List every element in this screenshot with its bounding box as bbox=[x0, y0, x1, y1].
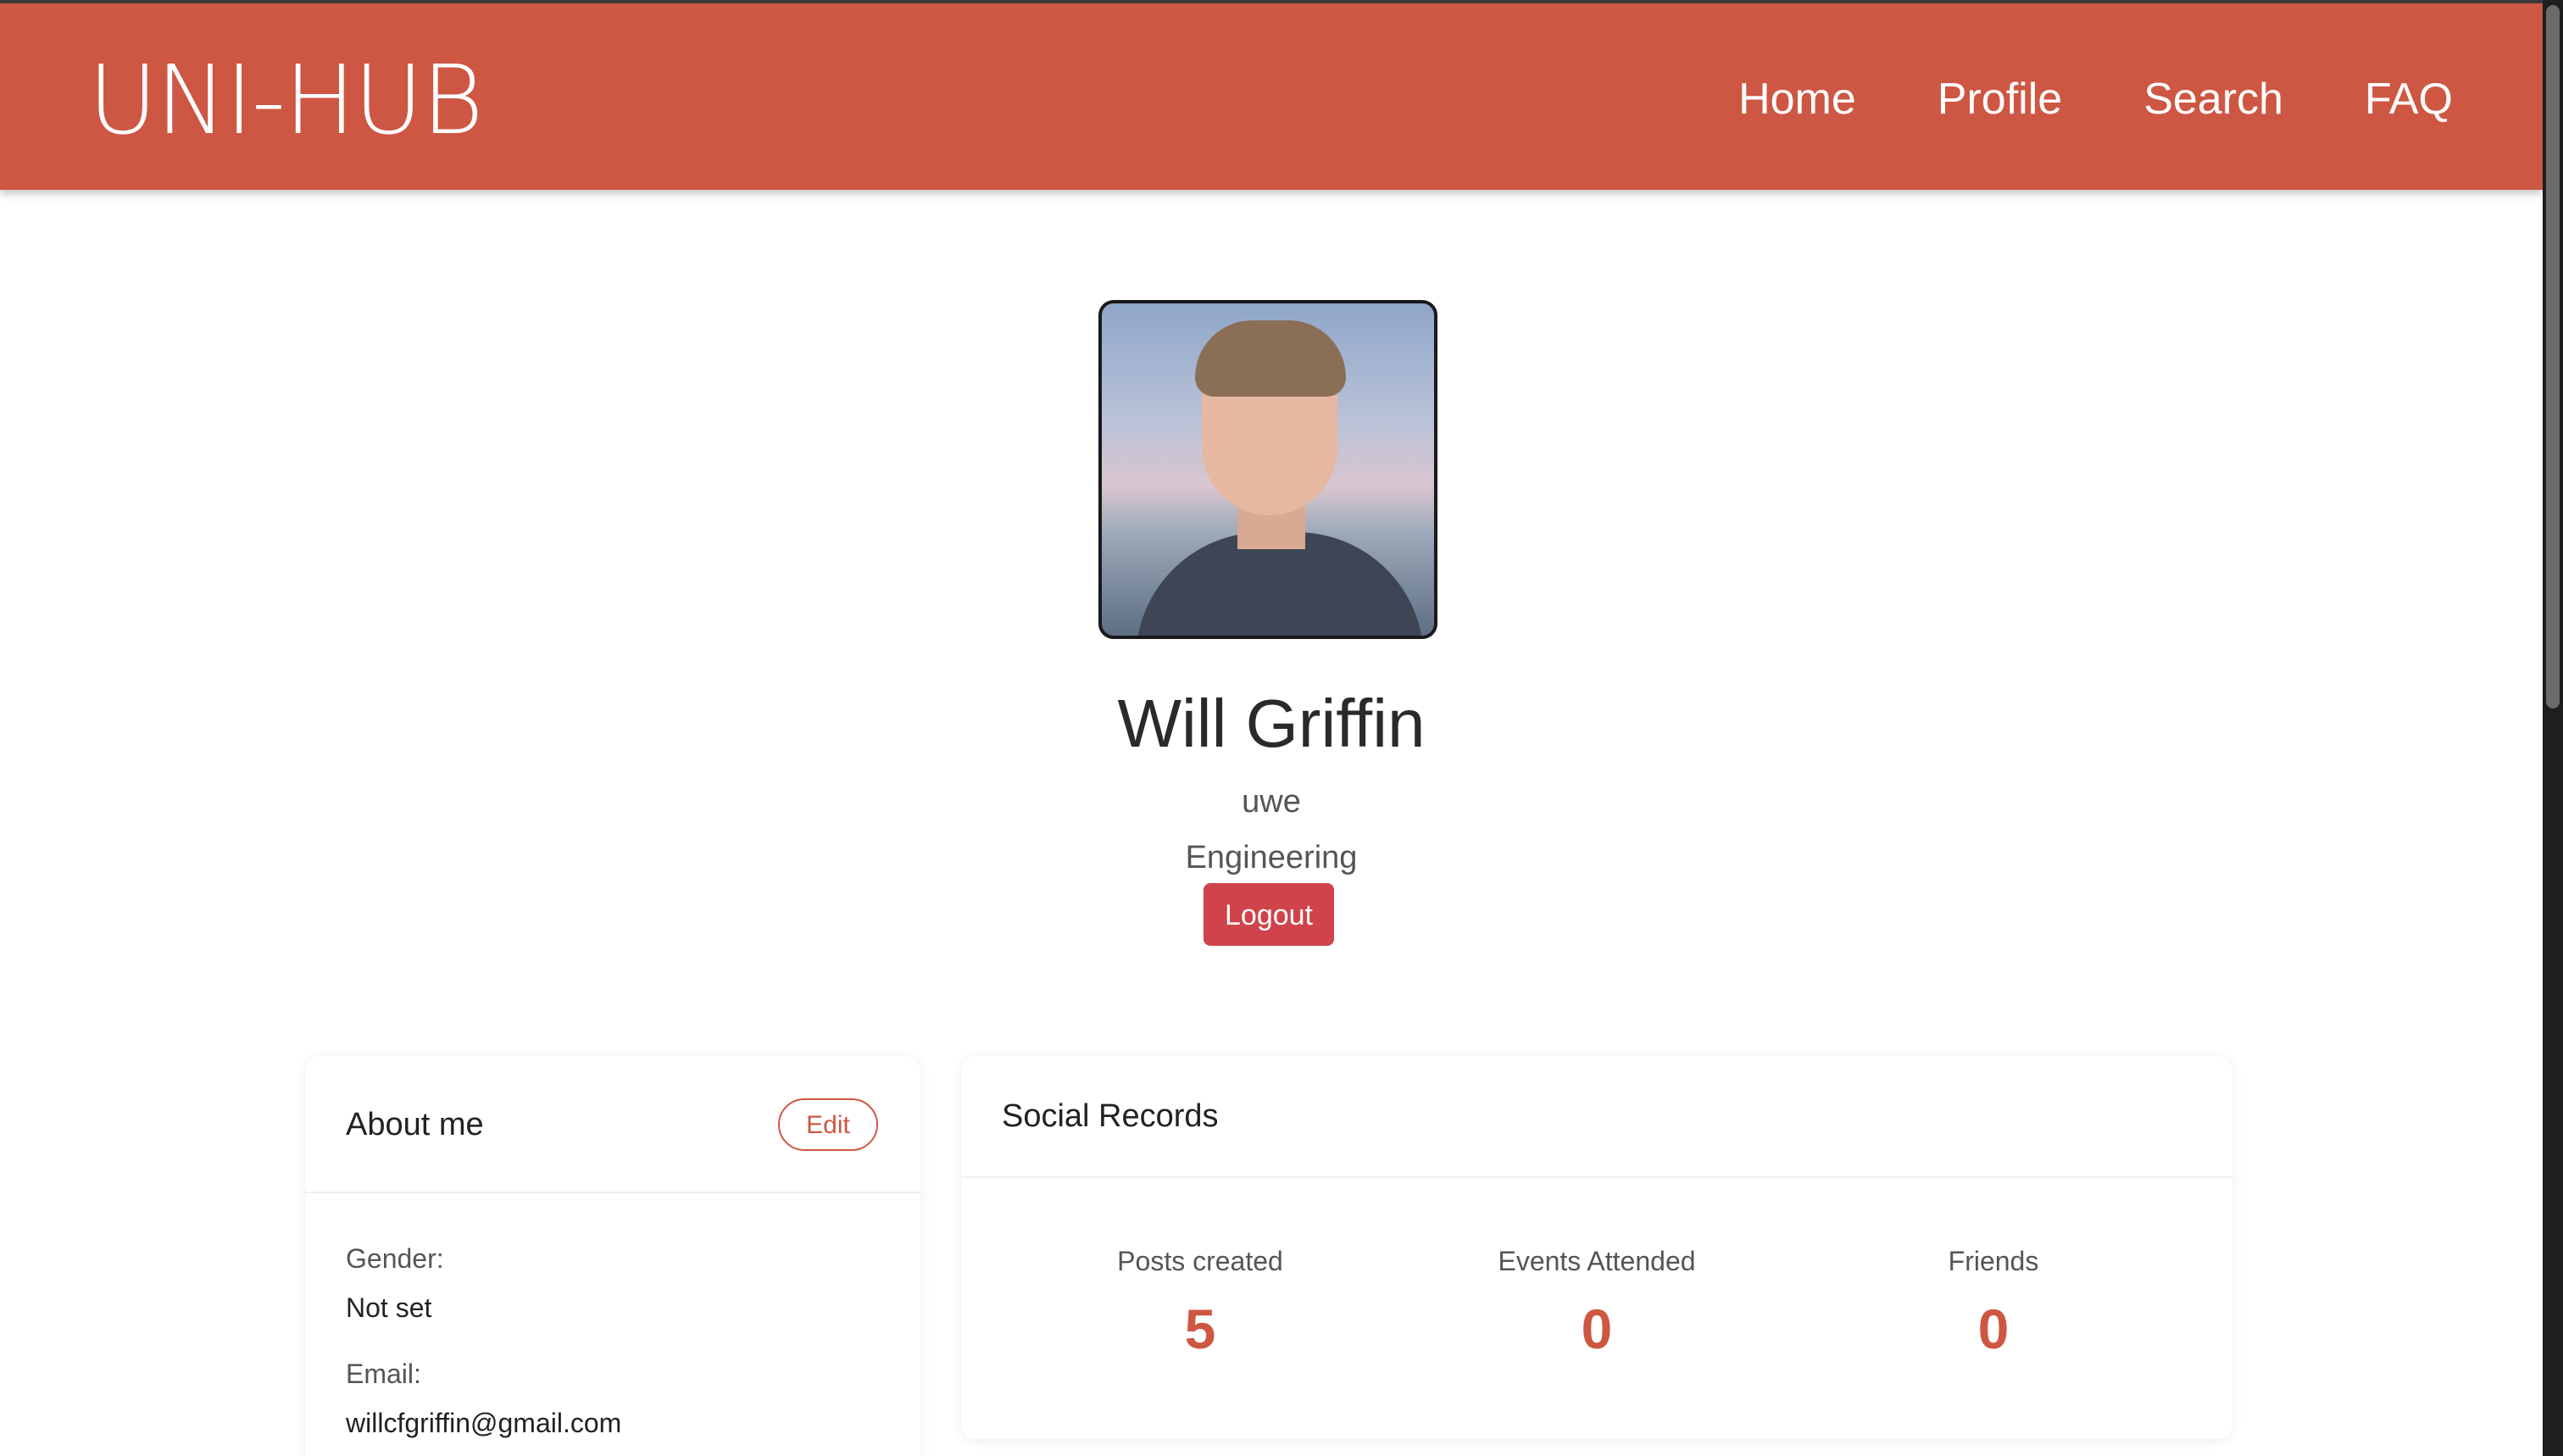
stat-value: 5 bbox=[1184, 1298, 1216, 1360]
stat-label: Posts created bbox=[1117, 1246, 1283, 1276]
avatar-hair bbox=[1195, 320, 1346, 397]
browser-page: UNI-HUB Home Profile Search FAQ Will Gri… bbox=[0, 0, 2543, 1456]
stat-events-attended: Events Attended 0 bbox=[1427, 1242, 1766, 1361]
nav-home-link[interactable]: Home bbox=[1738, 71, 1856, 127]
profile-name: Will Griffin bbox=[1117, 686, 1426, 761]
profile-university: uwe bbox=[1242, 784, 1301, 820]
nav-faq-link[interactable]: FAQ bbox=[2365, 71, 2453, 127]
about-me-header: About me Edit bbox=[305, 1056, 920, 1193]
logout-button[interactable]: Logout bbox=[1204, 883, 1334, 946]
vertical-scrollbar-thumb[interactable] bbox=[2546, 5, 2560, 709]
nav-profile-link[interactable]: Profile bbox=[1938, 71, 2062, 127]
social-records-card: Social Records Posts created 5 Events At… bbox=[961, 1056, 2232, 1439]
about-me-card: About me Edit Gender: Not set Email: wil… bbox=[305, 1056, 920, 1456]
profile-course: Engineering bbox=[1185, 840, 1358, 875]
profile-avatar bbox=[1098, 300, 1437, 639]
stat-posts-created: Posts created 5 bbox=[1031, 1242, 1370, 1361]
stat-label: Events Attended bbox=[1498, 1246, 1696, 1276]
gender-value: Not set bbox=[346, 1292, 432, 1323]
social-records-header: Social Records bbox=[961, 1056, 2232, 1178]
stat-value: 0 bbox=[1977, 1298, 2010, 1360]
about-me-title: About me bbox=[346, 1107, 484, 1142]
brand-logo[interactable]: UNI-HUB bbox=[88, 46, 484, 156]
gender-label: Gender: bbox=[346, 1243, 444, 1274]
edit-about-button[interactable]: Edit bbox=[778, 1098, 878, 1151]
top-navbar: UNI-HUB Home Profile Search FAQ bbox=[0, 3, 2543, 190]
stat-friends: Friends 0 bbox=[1824, 1242, 2163, 1361]
nav-links: Home Profile Search FAQ bbox=[1738, 71, 2453, 127]
email-label: Email: bbox=[346, 1359, 421, 1389]
email-value: willcfgriffin@gmail.com bbox=[346, 1408, 622, 1438]
stat-label: Friends bbox=[1948, 1246, 2039, 1276]
social-records-title: Social Records bbox=[1002, 1098, 1219, 1134]
nav-search-link[interactable]: Search bbox=[2143, 71, 2283, 127]
stat-value: 0 bbox=[1581, 1298, 1613, 1360]
